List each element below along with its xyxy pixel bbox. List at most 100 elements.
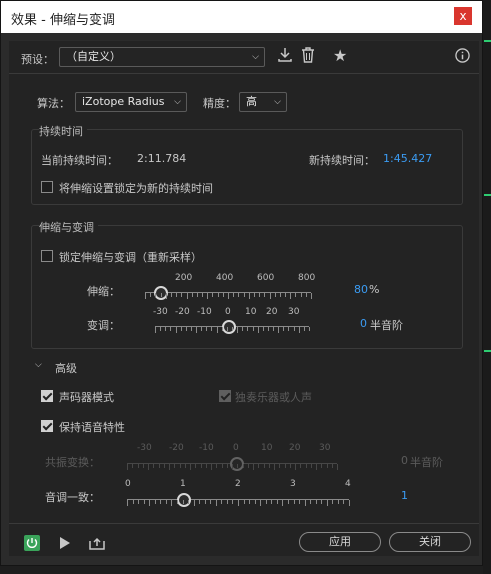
- tick-label: 30: [319, 443, 331, 453]
- pitch-slider[interactable]: -30 -20 -10 0 10 20 30: [145, 307, 313, 335]
- precision-dropdown[interactable]: 高 ⌵: [239, 92, 287, 112]
- slider-tick: [191, 293, 193, 297]
- slider-tick: [179, 464, 181, 468]
- slider-tick: [185, 327, 187, 331]
- slider-tick: [265, 500, 267, 504]
- slider-tick: [289, 464, 291, 468]
- slider-tick: [310, 464, 312, 468]
- slider-tick: [249, 500, 251, 504]
- close-window-button[interactable]: x: [454, 7, 472, 25]
- duration-header: 持续时间: [39, 123, 87, 139]
- slider-tick: [331, 464, 333, 468]
- slider-tick: [298, 327, 300, 333]
- play-icon[interactable]: [59, 536, 71, 553]
- background-app: [483, 0, 491, 574]
- slider-tick: [326, 464, 328, 468]
- slider-tick: [228, 293, 229, 299]
- slider-tick: [247, 327, 249, 331]
- slider-tick: [305, 464, 307, 468]
- lock-duration-checkbox[interactable]: [41, 181, 53, 193]
- tick-label: -10: [199, 443, 214, 453]
- slider-tick: [233, 293, 235, 297]
- slider-tick: [186, 293, 188, 299]
- info-icon[interactable]: [455, 48, 470, 66]
- slider-tick: [180, 327, 182, 331]
- formant-value[interactable]: 0: [401, 454, 408, 467]
- slider-tick: [155, 293, 157, 297]
- slider-tick: [160, 293, 162, 297]
- slider-tick: [211, 327, 213, 331]
- trash-icon[interactable]: [301, 47, 315, 66]
- slider-tick: [212, 293, 214, 297]
- slider-tick: [221, 464, 223, 468]
- slider-tick: [155, 327, 156, 333]
- tick-label: 10: [245, 307, 257, 317]
- slider-tick: [232, 327, 233, 331]
- solo-instrument-checkbox[interactable]: [219, 390, 231, 402]
- slider-tick: [165, 327, 167, 331]
- slider-tick: [175, 327, 177, 333]
- slider-tick: [143, 500, 145, 504]
- slider-tick: [269, 293, 271, 299]
- slider-tick: [303, 327, 305, 331]
- tick-label: -20: [175, 307, 190, 317]
- preserve-speech-checkbox[interactable]: [41, 420, 53, 432]
- slider-tick: [188, 500, 190, 504]
- slider-tick: [181, 293, 183, 297]
- slider-tick: [195, 464, 197, 468]
- precision-label: 精度：: [203, 97, 236, 110]
- vocoder-checkbox[interactable]: [41, 390, 53, 402]
- slider-tick: [293, 327, 295, 331]
- slider-tick: [284, 464, 286, 468]
- stretch-slider[interactable]: 200 400 600 800: [145, 273, 315, 301]
- new-duration-value[interactable]: 1:45.427: [383, 152, 432, 165]
- slider-tick: [267, 327, 269, 331]
- advanced-header[interactable]: 高级: [55, 360, 77, 376]
- chevron-down-icon[interactable]: ⌵: [35, 360, 42, 370]
- algorithm-dropdown[interactable]: iZotope Radius ⌵: [75, 92, 187, 112]
- slider-tick: [293, 500, 295, 504]
- slider-tick: [237, 327, 239, 333]
- slider-tick: [206, 327, 208, 331]
- effect-panel: 预设： （自定义） ⌵ ★ 算法： iZotope Radius ⌵ 精度： 高…: [9, 41, 479, 556]
- slider-tick: [199, 500, 201, 504]
- waveform-fragment: [484, 350, 491, 352]
- slider-tick: [254, 500, 256, 504]
- slider-tick: [300, 293, 302, 297]
- slider-tick: [295, 464, 296, 470]
- close-button[interactable]: 关闭: [389, 532, 471, 552]
- slider-tick: [274, 464, 275, 470]
- lock-stretch-pitch-checkbox[interactable]: [41, 250, 53, 262]
- pitch-value[interactable]: 0: [360, 317, 367, 330]
- download-icon[interactable]: [277, 47, 293, 66]
- pitch-coherence-value[interactable]: 1: [401, 489, 408, 502]
- algorithm-value: iZotope Radius: [82, 95, 165, 108]
- slider-tick: [169, 464, 170, 470]
- tick-label: 0: [125, 479, 131, 489]
- formant-slider[interactable]: -30 -20 -10 0 10 20 30: [125, 443, 341, 471]
- tick-label: 200: [175, 273, 193, 283]
- pitch-coherence-slider[interactable]: 0 1 2 3 4: [125, 479, 355, 507]
- slider-tick: [276, 500, 278, 504]
- slider-tick: [148, 464, 149, 470]
- slider-tick: [158, 464, 160, 468]
- apply-button[interactable]: 应用: [299, 532, 381, 552]
- slider-tick: [154, 500, 156, 504]
- slider-tick: [127, 464, 128, 470]
- slider-tick: [190, 464, 191, 470]
- power-icon[interactable]: [24, 535, 40, 551]
- slider-tick: [310, 500, 312, 504]
- slider-tick: [149, 500, 151, 506]
- stretch-value[interactable]: 80: [354, 283, 368, 296]
- preset-value: （自定义）: [66, 50, 121, 63]
- star-icon[interactable]: ★: [333, 46, 347, 65]
- slider-tick: [287, 500, 289, 504]
- slider-tick: [321, 464, 323, 468]
- slider-tick: [242, 464, 244, 468]
- slider-tick: [271, 500, 273, 504]
- slider-handle[interactable]: [222, 320, 236, 334]
- chevron-down-icon: ⌵: [174, 97, 181, 107]
- preset-dropdown[interactable]: （自定义） ⌵: [59, 47, 265, 67]
- export-icon[interactable]: [89, 536, 105, 553]
- slider-tick: [321, 500, 323, 504]
